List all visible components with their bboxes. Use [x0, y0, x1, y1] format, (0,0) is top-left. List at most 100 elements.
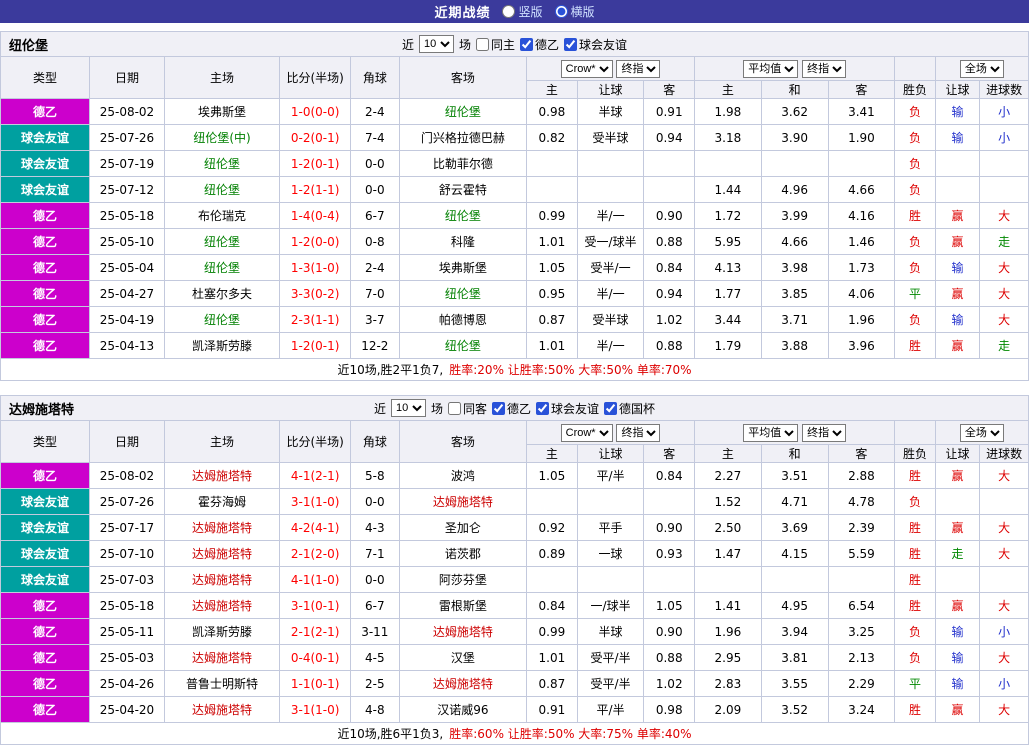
away-team-link[interactable]: 汉诺威96 — [398, 696, 528, 723]
home-team-link[interactable]: 纽伦堡 — [163, 228, 281, 255]
goals-result-value: 大 — [979, 540, 1029, 567]
match-date: 25-07-17 — [89, 514, 165, 541]
odds-kind-select[interactable]: 终指 — [616, 423, 661, 442]
checkbox-icon[interactable] — [520, 37, 533, 51]
away-team-link[interactable]: 诺茨郡 — [398, 540, 528, 567]
away-team-link[interactable]: 舒云霍特 — [398, 176, 528, 203]
horizontal-radio[interactable] — [554, 5, 568, 18]
avg-away: 3.41 — [827, 98, 896, 125]
checkbox-icon[interactable] — [492, 401, 505, 415]
filter-checkbox-2[interactable]: 球会友谊 — [564, 36, 627, 53]
filter-checkbox-1[interactable]: 德乙 — [520, 36, 559, 53]
col-odds-home: 主 — [526, 444, 578, 463]
away-team-link[interactable]: 波鸿 — [398, 462, 528, 489]
avg-kind-select[interactable]: 终指 — [802, 423, 847, 442]
away-team-link[interactable]: 科隆 — [398, 228, 528, 255]
filter-checkbox-0[interactable]: 同客 — [447, 400, 487, 417]
home-team-link[interactable]: 凯泽斯劳滕 — [163, 332, 281, 359]
away-team-link[interactable]: 门兴格拉德巴赫 — [398, 124, 528, 151]
home-team-link[interactable]: 达姆施塔特 — [163, 592, 281, 619]
col-avg-home: 主 — [694, 80, 762, 99]
avg-company-select[interactable]: 平均值 — [743, 59, 799, 78]
avg-draw: 4.71 — [760, 488, 829, 515]
corner-score: 7-0 — [350, 280, 400, 307]
home-team-link[interactable]: 普鲁士明斯特 — [163, 670, 281, 697]
avg-home — [694, 566, 762, 593]
match-date: 25-07-12 — [89, 176, 165, 203]
full-match-select[interactable]: 全场 — [959, 59, 1004, 78]
away-team-link[interactable]: 帕德博恩 — [398, 306, 528, 333]
league-badge: 德乙 — [0, 462, 91, 489]
away-team-link[interactable]: 纽伦堡 — [398, 280, 528, 307]
goals-result-value — [979, 488, 1029, 515]
col-result: 胜负 — [894, 444, 936, 463]
avg-away: 1.73 — [827, 254, 896, 281]
home-team-link[interactable]: 达姆施塔特 — [163, 514, 281, 541]
col-date: 日期 — [89, 56, 165, 99]
away-team-link[interactable]: 达姆施塔特 — [398, 618, 528, 645]
home-team-link[interactable]: 纽伦堡 — [163, 306, 281, 333]
odds-handicap: 一/球半 — [576, 592, 645, 619]
away-team-link[interactable]: 纽伦堡 — [398, 202, 528, 229]
vertical-radio[interactable] — [502, 5, 516, 18]
score: 4-2(4-1) — [279, 514, 352, 541]
avg-draw — [760, 566, 829, 593]
odds-home: 1.01 — [526, 332, 578, 359]
avg-company-select[interactable]: 平均值 — [743, 423, 799, 442]
home-team-link[interactable]: 凯泽斯劳滕 — [163, 618, 281, 645]
result-value: 负 — [894, 306, 936, 333]
col-home: 主场 — [163, 56, 281, 99]
handicap-result-value: 赢 — [934, 514, 981, 541]
away-team-link[interactable]: 雷根斯堡 — [398, 592, 528, 619]
filter-checkbox-3[interactable]: 德国杯 — [604, 400, 655, 417]
home-team-link[interactable]: 达姆施塔特 — [163, 540, 281, 567]
avg-kind-select[interactable]: 终指 — [802, 59, 847, 78]
checkbox-icon[interactable] — [475, 37, 489, 51]
home-team-link[interactable]: 纽伦堡 — [163, 176, 281, 203]
away-team-link[interactable]: 圣加仑 — [398, 514, 528, 541]
result-value: 胜 — [894, 566, 936, 593]
checkbox-icon[interactable] — [604, 401, 618, 415]
filter-checkbox-2[interactable]: 球会友谊 — [536, 400, 599, 417]
away-team-link[interactable]: 纽伦堡 — [398, 98, 528, 125]
checkbox-icon[interactable] — [536, 401, 550, 415]
match-date: 25-04-20 — [89, 696, 165, 723]
checkbox-icon[interactable] — [564, 37, 578, 51]
odds-company-select[interactable]: Crow* — [560, 59, 613, 78]
away-team-link[interactable]: 纽伦堡 — [398, 332, 528, 359]
odds-home: 0.84 — [526, 592, 578, 619]
full-match-select[interactable]: 全场 — [959, 423, 1004, 442]
col-odds-away: 客 — [643, 444, 696, 463]
layout-horizontal-option[interactable]: 横版 — [554, 3, 595, 20]
away-team-link[interactable]: 达姆施塔特 — [398, 488, 528, 515]
layout-vertical-option[interactable]: 竖版 — [502, 3, 543, 20]
home-team-link[interactable]: 纽伦堡(中) — [163, 124, 281, 151]
col-away: 客场 — [398, 420, 528, 463]
home-team-link[interactable]: 杜塞尔多夫 — [163, 280, 281, 307]
away-team-link[interactable]: 比勒菲尔德 — [398, 150, 528, 177]
match-count-select[interactable]: 10 — [390, 399, 426, 417]
away-team-link[interactable]: 达姆施塔特 — [398, 670, 528, 697]
match-date: 25-08-02 — [89, 98, 165, 125]
away-team-link[interactable]: 埃弗斯堡 — [398, 254, 528, 281]
checkbox-icon[interactable] — [447, 401, 461, 415]
away-team-link[interactable]: 汉堡 — [398, 644, 528, 671]
home-team-link[interactable]: 布伦瑞克 — [163, 202, 281, 229]
home-team-link[interactable]: 纽伦堡 — [163, 150, 281, 177]
odds-home: 0.91 — [526, 696, 578, 723]
away-team-link[interactable]: 阿莎芬堡 — [398, 566, 528, 593]
home-team-link[interactable]: 霍芬海姆 — [163, 488, 281, 515]
match-count-select[interactable]: 10 — [418, 35, 454, 53]
home-team-link[interactable]: 达姆施塔特 — [163, 696, 281, 723]
odds-company-select[interactable]: Crow* — [560, 423, 613, 442]
handicap-result-value: 赢 — [934, 228, 981, 255]
home-team-link[interactable]: 达姆施塔特 — [163, 566, 281, 593]
home-team-link[interactable]: 纽伦堡 — [163, 254, 281, 281]
odds-kind-select[interactable]: 终指 — [616, 59, 661, 78]
home-team-link[interactable]: 埃弗斯堡 — [163, 98, 281, 125]
home-team-link[interactable]: 达姆施塔特 — [163, 462, 281, 489]
filter-checkbox-0[interactable]: 同主 — [475, 36, 515, 53]
odds-home: 0.99 — [526, 202, 578, 229]
home-team-link[interactable]: 达姆施塔特 — [163, 644, 281, 671]
filter-checkbox-1[interactable]: 德乙 — [492, 400, 531, 417]
